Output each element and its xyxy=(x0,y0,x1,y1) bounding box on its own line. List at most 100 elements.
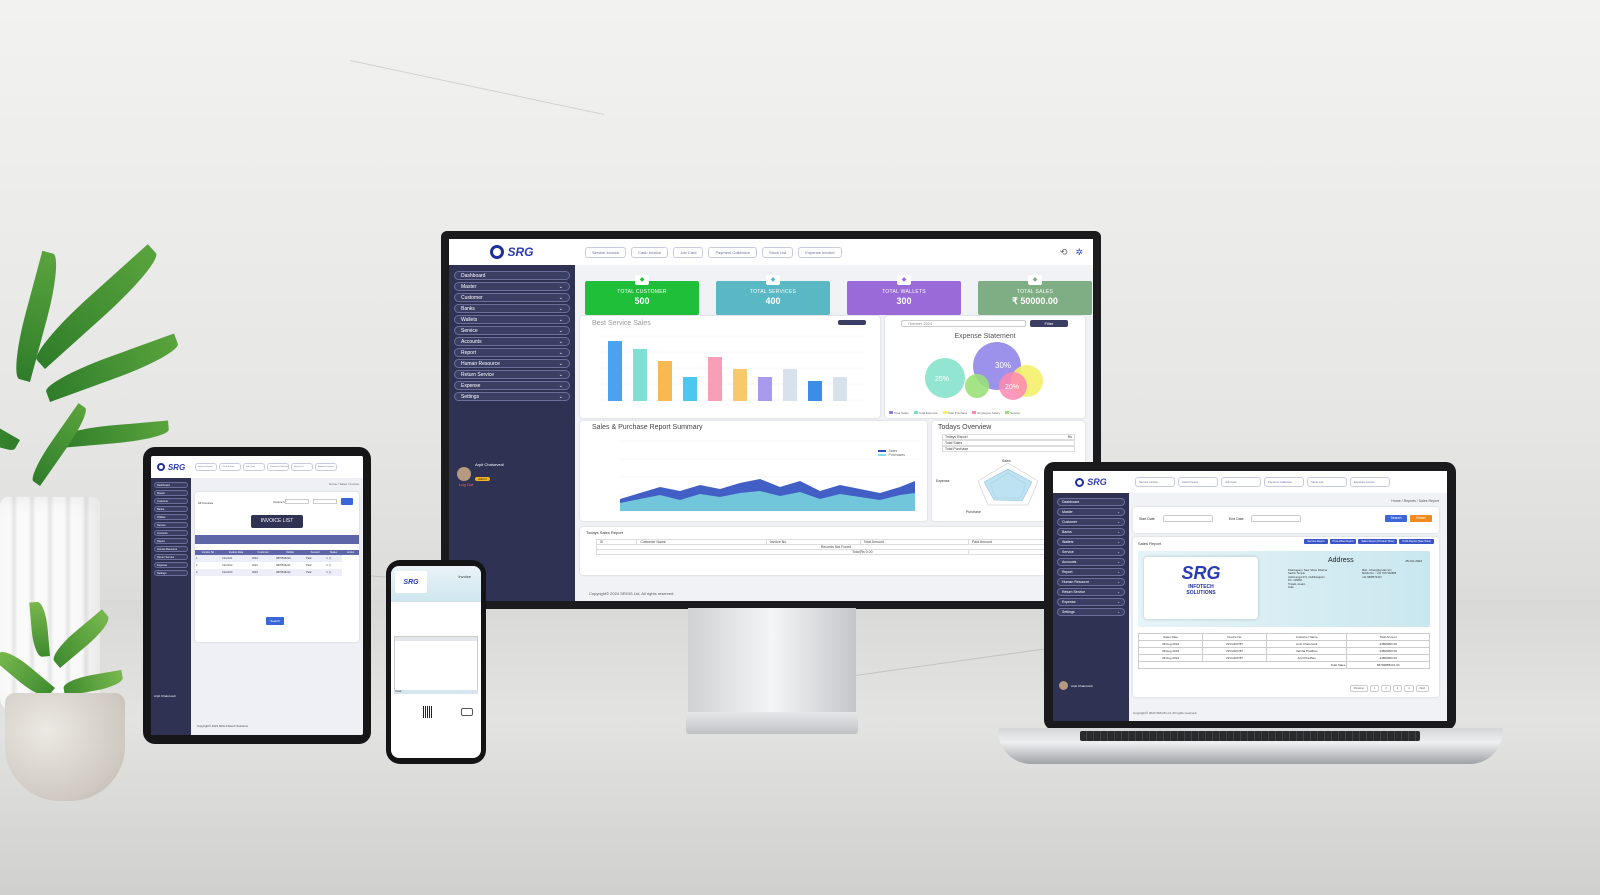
tablet-nav-item[interactable]: Banks xyxy=(154,506,188,512)
tablet-nav-item[interactable]: Service xyxy=(154,522,188,528)
laptop-search-button[interactable]: Search xyxy=(1385,515,1407,522)
contact-lines: Mail - Infosrg@gmail.com Mobile No. - +91… xyxy=(1362,569,1396,579)
action-icons[interactable]: ✎ ⎙ xyxy=(325,562,342,569)
service-bar xyxy=(708,357,722,401)
report-button[interactable]: Sales Report (Product Wise) xyxy=(1358,539,1398,544)
laptop-nav-item[interactable]: Expense ⌄ xyxy=(1057,598,1125,606)
quick-link-cash-invoice[interactable]: Cash Invoice xyxy=(631,246,669,258)
laptop-quick-link[interactable]: Job Card xyxy=(1221,477,1261,487)
tablet-nav-item[interactable]: Accounts xyxy=(154,530,188,536)
action-icons[interactable]: ✎ ⎙ xyxy=(325,555,342,562)
sidebar-item-service[interactable]: Service ⌄ xyxy=(454,326,570,335)
chevron-down-icon: ⌄ xyxy=(558,305,563,312)
tablet-quick-link[interactable]: Expense Invoice xyxy=(315,463,337,471)
service-bar xyxy=(683,377,697,401)
venn-pct-25: 25% xyxy=(935,376,949,383)
tablet-quick-link[interactable]: Payment Collection xyxy=(267,463,289,471)
tablet-quick-link[interactable]: Cash Invoice xyxy=(219,463,241,471)
quick-link-stock-list[interactable]: Stock List xyxy=(761,246,794,258)
laptop-nav-item[interactable]: Dashboard xyxy=(1057,498,1125,506)
laptop-nav-item[interactable]: Service ⌄ xyxy=(1057,548,1125,556)
sidebar-item-banks[interactable]: Banks ⌄ xyxy=(454,304,570,313)
pagination-item[interactable]: 1 xyxy=(1369,685,1380,692)
tablet-nav-item[interactable]: Report xyxy=(154,538,188,544)
refresh-icon[interactable]: ⟲ xyxy=(1060,247,1068,258)
laptop-nav-item[interactable]: Banks ⌄ xyxy=(1057,528,1125,536)
filter-input-2[interactable] xyxy=(313,499,337,504)
table-cell: INV/24/0787 xyxy=(1202,647,1267,655)
tablet-quick-link[interactable]: Stock List xyxy=(291,463,313,471)
filter-go-button[interactable] xyxy=(341,498,353,505)
laptop-quick-link[interactable]: Payment Collection xyxy=(1264,477,1304,487)
reset-button[interactable]: Reset xyxy=(1410,515,1432,522)
stat-icon: ◆ xyxy=(897,275,911,285)
logout-link[interactable]: Log Out xyxy=(459,482,473,487)
table-cell: 9876543212 xyxy=(276,571,291,574)
sidebar-item-expense[interactable]: Expense ⌄ xyxy=(454,381,570,390)
sidebar-item-report[interactable]: Report ⌄ xyxy=(454,348,570,357)
laptop-nav-item[interactable]: Settings ⌄ xyxy=(1057,608,1125,616)
tablet-nav-item[interactable]: Wallets xyxy=(154,514,188,520)
best-service-sales-card: Best Service Sales xyxy=(580,316,880,418)
tablet-nav-item[interactable]: Customer xyxy=(154,498,188,504)
laptop-quick-link[interactable]: Stock List xyxy=(1307,477,1347,487)
sidebar-item-customer[interactable]: Customer ⌄ xyxy=(454,293,570,302)
venn-pct-30: 30% xyxy=(995,361,1011,370)
sidebar-item-label: Settings xyxy=(461,393,480,400)
quick-link-payment-collection[interactable]: Payment Collection xyxy=(708,246,757,258)
action-icons[interactable]: ✎ ⎙ xyxy=(325,569,342,576)
sidebar-item-dashboard[interactable]: Dashboard xyxy=(454,271,570,280)
tablet-subtitle: All Invoices xyxy=(198,501,214,505)
pagination-item[interactable]: Previous xyxy=(1349,685,1368,692)
quick-link-expense-invoice[interactable]: Expense Invoice xyxy=(798,246,842,258)
address-title: Address xyxy=(1328,557,1354,564)
sidebar-item-settings[interactable]: Settings ⌄ xyxy=(454,392,570,401)
sales-report-table: Sales Date Invoice No. Customer Name Total … xyxy=(1137,633,1430,669)
quick-link-job-card[interactable]: Job Card xyxy=(673,246,704,258)
sidebar-item-human-resource[interactable]: Human Resource ⌄ xyxy=(454,359,570,368)
start-date-input[interactable] xyxy=(1163,515,1213,522)
pagination-item[interactable]: 3 xyxy=(1392,685,1403,692)
tablet-nav-item[interactable]: Master xyxy=(154,490,188,496)
filter-input-1[interactable] xyxy=(285,499,309,504)
settings-icon[interactable]: ✲ xyxy=(1075,247,1083,258)
end-date-input[interactable] xyxy=(1251,515,1301,522)
sidebar-item-accounts[interactable]: Accounts ⌄ xyxy=(454,337,570,346)
pagination-item[interactable]: 2 xyxy=(1381,685,1391,692)
quick-link-service-invoice[interactable]: Service Invoice xyxy=(585,246,627,258)
tablet-nav-item[interactable]: Human Resource xyxy=(154,546,188,552)
laptop-quick-link[interactable]: Service Invoice xyxy=(1135,477,1175,487)
laptop-nav-item[interactable]: Human Resource ⌄ xyxy=(1057,578,1125,586)
phone-invoice-title: Invoice xyxy=(458,574,471,579)
table-cell: 2 xyxy=(196,564,198,567)
monitor-stand-base xyxy=(686,712,858,734)
service-bar xyxy=(833,377,847,401)
tablet-nav-item[interactable]: Dashboard xyxy=(154,482,188,488)
tablet-quick-link[interactable]: Job Card xyxy=(243,463,265,471)
tablet-nav-item[interactable]: Settings xyxy=(154,570,188,576)
report-button[interactable]: Price Wise Report xyxy=(1329,539,1357,544)
laptop-nav-item[interactable]: Wallets ⌄ xyxy=(1057,538,1125,546)
tablet-screen: SRG Dashboard Master Customer Banks Wallets S… xyxy=(151,456,363,735)
laptop-nav-item[interactable]: Master ⌄ xyxy=(1057,508,1125,516)
laptop-nav-item[interactable]: Return Service ⌄ xyxy=(1057,588,1125,596)
sidebar-item-return-service[interactable]: Return Service ⌄ xyxy=(454,370,570,379)
pagination-item[interactable]: 4 xyxy=(1404,685,1414,692)
laptop-quick-link[interactable]: Expense Invoice xyxy=(1350,477,1390,487)
tablet-nav-item[interactable]: Expense xyxy=(154,562,188,568)
nav-label: Expense xyxy=(157,563,168,567)
pagination-item[interactable]: Next xyxy=(1415,685,1429,692)
sidebar-item-master[interactable]: Master ⌄ xyxy=(454,282,570,291)
laptop-quick-link[interactable]: Cash Invoice xyxy=(1178,477,1218,487)
laptop-nav-item[interactable]: Accounts ⌄ xyxy=(1057,558,1125,566)
tablet-nav-item[interactable]: Return Service xyxy=(154,554,188,560)
legend-item: Total Purchase xyxy=(942,411,967,415)
search-button[interactable]: Search xyxy=(266,617,284,625)
end-date-label: End Date xyxy=(1229,517,1244,521)
laptop-nav-item[interactable]: Customer ⌄ xyxy=(1057,518,1125,526)
sidebar-item-wallets[interactable]: Wallets ⌄ xyxy=(454,315,570,324)
report-button[interactable]: Profit Report (Sale Wise) xyxy=(1399,539,1434,544)
laptop-nav-item[interactable]: Report ⌄ xyxy=(1057,568,1125,576)
tablet-quick-link[interactable]: Service Invoice xyxy=(195,463,217,471)
report-button[interactable]: Service Report xyxy=(1304,539,1328,544)
